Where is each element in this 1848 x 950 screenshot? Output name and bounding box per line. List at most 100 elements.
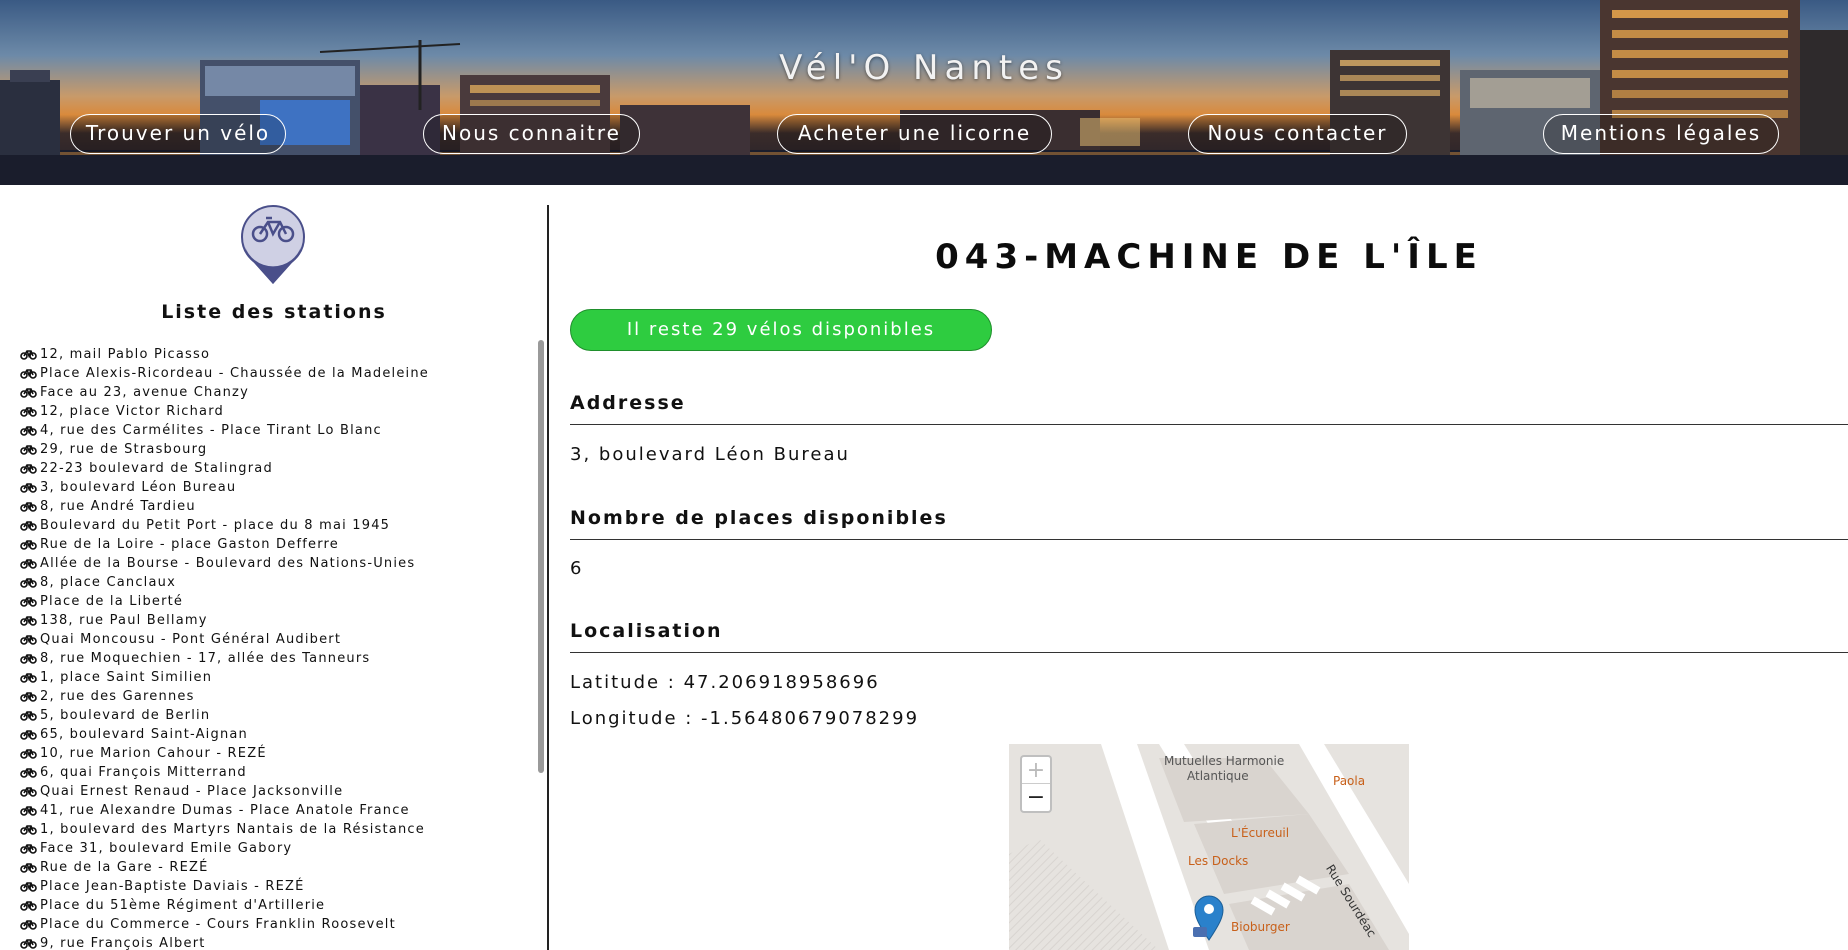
- station-list-item[interactable]: Boulevard du Petit Port - place du 8 mai…: [20, 516, 520, 535]
- map-poi-bioburger[interactable]: Bioburger: [1231, 920, 1290, 934]
- station-list-item-label: Quai Moncousu - Pont Général Audibert: [40, 632, 342, 647]
- station-list-item[interactable]: 12, mail Pablo Picasso: [20, 345, 520, 364]
- station-title: 043-MACHINE DE L'ÎLE: [935, 237, 1483, 277]
- availability-badge: Il reste 29 vélos disponibles: [570, 309, 992, 351]
- station-list-item[interactable]: 9, rue François Albert: [20, 934, 520, 950]
- station-list-item[interactable]: 10, rue Marion Cahour - REZÉ: [20, 744, 520, 763]
- station-list-item-label: 4, rue des Carmélites - Place Tirant Lo …: [40, 423, 382, 438]
- bike-icon: [20, 464, 37, 474]
- station-list-item-label: 12, place Victor Richard: [40, 404, 224, 419]
- bike-icon: [20, 692, 37, 702]
- bike-pin-icon: [241, 205, 305, 284]
- bike-icon: [20, 806, 37, 816]
- station-list-item[interactable]: 8, rue Moquechien - 17, allée des Tanneu…: [20, 649, 520, 668]
- bike-icon: [20, 844, 37, 854]
- station-list-item-label: 22-23 boulevard de Stalingrad: [40, 461, 273, 476]
- station-list-item[interactable]: 41, rue Alexandre Dumas - Place Anatole …: [20, 801, 520, 820]
- nav-find-bike-button[interactable]: Trouver un vélo: [70, 114, 286, 154]
- station-list-item[interactable]: Place de la Liberté: [20, 592, 520, 611]
- station-list-item[interactable]: 1, place Saint Similien: [20, 668, 520, 687]
- bike-icon: [20, 825, 37, 835]
- bike-icon: [20, 502, 37, 512]
- nav-about-button[interactable]: Nous connaitre: [423, 114, 640, 154]
- station-list-item[interactable]: 5, boulevard de Berlin: [20, 706, 520, 725]
- bike-icon: [20, 445, 37, 455]
- bike-icon: [20, 920, 37, 930]
- bike-icon: [20, 749, 37, 759]
- bike-icon: [20, 901, 37, 911]
- station-list-item-label: 1, boulevard des Martyrs Nantais de la R…: [40, 822, 425, 837]
- zoom-out-button[interactable]: −: [1022, 784, 1050, 811]
- station-list-item-label: 2, rue des Garennes: [40, 689, 195, 704]
- station-list-item[interactable]: Allée de la Bourse - Boulevard des Natio…: [20, 554, 520, 573]
- station-list-item-label: 138, rue Paul Bellamy: [40, 613, 208, 628]
- bike-icon: [20, 578, 37, 588]
- station-list-item[interactable]: 3, boulevard Léon Bureau: [20, 478, 520, 497]
- station-list-item-label: 9, rue François Albert: [40, 936, 206, 950]
- site-title: Vél'O Nantes: [779, 48, 1069, 88]
- nav-buy-unicorn-button[interactable]: Acheter une licorne: [777, 114, 1052, 154]
- station-list-item-label: Place du 51ème Régiment d'Artillerie: [40, 898, 326, 913]
- station-map[interactable]: + − Mutuelles Harmonie Atlantique Paola …: [1009, 744, 1409, 950]
- station-list-item[interactable]: 2, rue des Garennes: [20, 687, 520, 706]
- station-list-item[interactable]: Place du 51ème Régiment d'Artillerie: [20, 896, 520, 915]
- zoom-in-button[interactable]: +: [1022, 757, 1050, 784]
- bike-icon: [20, 483, 37, 493]
- station-list-item[interactable]: 6, quai François Mitterrand: [20, 763, 520, 782]
- station-list-item[interactable]: Rue de la Loire - place Gaston Defferre: [20, 535, 520, 554]
- map-poi-docks[interactable]: Les Docks: [1188, 854, 1248, 868]
- station-list-item[interactable]: Rue de la Gare - REZÉ: [20, 858, 520, 877]
- station-list-item-label: 10, rue Marion Cahour - REZÉ: [40, 746, 267, 761]
- nav-legal-button[interactable]: Mentions légales: [1543, 114, 1779, 154]
- station-list-item-label: 12, mail Pablo Picasso: [40, 347, 211, 362]
- station-list-item-label: Quai Ernest Renaud - Place Jacksonville: [40, 784, 344, 799]
- bike-icon: [20, 882, 37, 892]
- bike-icon: [20, 369, 37, 379]
- station-list-item[interactable]: 4, rue des Carmélites - Place Tirant Lo …: [20, 421, 520, 440]
- bike-icon: [20, 787, 37, 797]
- bike-icon: [20, 673, 37, 683]
- station-list-item-label: 1, place Saint Similien: [40, 670, 213, 685]
- station-list-item[interactable]: 1, boulevard des Martyrs Nantais de la R…: [20, 820, 520, 839]
- station-list-scrollbar-thumb[interactable]: [538, 340, 544, 773]
- station-list-item-label: 5, boulevard de Berlin: [40, 708, 211, 723]
- station-list-item-label: Place Jean-Baptiste Daviais - REZÉ: [40, 879, 305, 894]
- station-list-item[interactable]: 138, rue Paul Bellamy: [20, 611, 520, 630]
- bike-icon: [20, 768, 37, 778]
- map-poi-paola[interactable]: Paola: [1333, 774, 1365, 788]
- map-label-atlantique: Atlantique: [1187, 769, 1249, 783]
- bike-icon: [20, 939, 37, 949]
- station-list-item[interactable]: Place du Commerce - Cours Franklin Roose…: [20, 915, 520, 934]
- station-list-item-label: Rue de la Gare - REZÉ: [40, 860, 209, 875]
- map-poi-ecureuil[interactable]: L'Écureuil: [1231, 826, 1289, 840]
- bike-icon: [20, 407, 37, 417]
- station-list-item-label: Allée de la Bourse - Boulevard des Natio…: [40, 556, 416, 571]
- header-cityscape-image: [0, 0, 1848, 185]
- station-list-item-label: 41, rue Alexandre Dumas - Place Anatole …: [40, 803, 410, 818]
- nav-contact-button[interactable]: Nous contacter: [1188, 114, 1407, 154]
- station-list-item[interactable]: Quai Ernest Renaud - Place Jacksonville: [20, 782, 520, 801]
- station-list-item[interactable]: Place Alexis-Ricordeau - Chaussée de la …: [20, 364, 520, 383]
- station-list-item-label: 8, rue André Tardieu: [40, 499, 196, 514]
- sidebar-divider: [547, 205, 549, 950]
- bike-icon: [20, 863, 37, 873]
- station-list-item[interactable]: Quai Moncousu - Pont Général Audibert: [20, 630, 520, 649]
- station-list-item-label: Boulevard du Petit Port - place du 8 mai…: [40, 518, 391, 533]
- station-list-item[interactable]: Face au 23, avenue Chanzy: [20, 383, 520, 402]
- available-places-label: Nombre de places disponibles: [570, 507, 1848, 540]
- bike-icon: [20, 616, 37, 626]
- station-list-item[interactable]: Place Jean-Baptiste Daviais - REZÉ: [20, 877, 520, 896]
- bike-icon: [20, 654, 37, 664]
- station-list-item[interactable]: Face 31, boulevard Emile Gabory: [20, 839, 520, 858]
- address-value: 3, boulevard Léon Bureau: [570, 444, 850, 465]
- address-label: Addresse: [570, 392, 1848, 425]
- station-list-item[interactable]: 65, boulevard Saint-Aignan: [20, 725, 520, 744]
- bike-icon: [20, 540, 37, 550]
- station-list-item-label: 3, boulevard Léon Bureau: [40, 480, 237, 495]
- bike-icon: [20, 559, 37, 569]
- station-list-item[interactable]: 8, rue André Tardieu: [20, 497, 520, 516]
- station-list-item[interactable]: 29, rue de Strasbourg: [20, 440, 520, 459]
- station-list-item[interactable]: 8, place Canclaux: [20, 573, 520, 592]
- station-list-item[interactable]: 22-23 boulevard de Stalingrad: [20, 459, 520, 478]
- station-list-item[interactable]: 12, place Victor Richard: [20, 402, 520, 421]
